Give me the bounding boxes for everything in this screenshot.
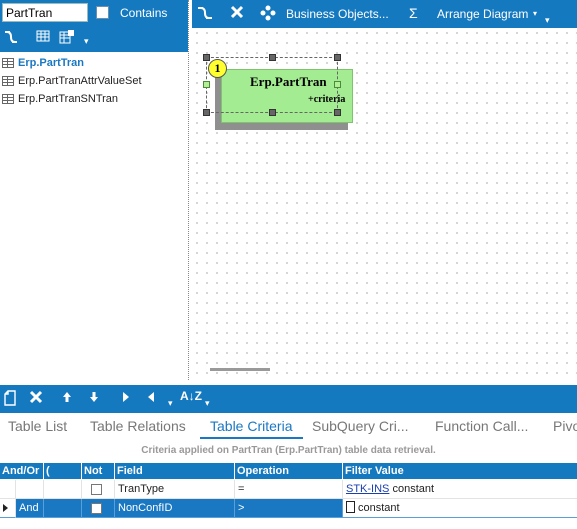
operation-cell[interactable]: = bbox=[235, 480, 343, 499]
not-checkbox[interactable] bbox=[91, 484, 102, 495]
entity-erp-parttran[interactable]: Erp.PartTran +criteria 1 bbox=[203, 54, 353, 130]
chevron-down-icon[interactable]: ▾ bbox=[84, 36, 89, 47]
arrange-diagram-button[interactable]: Arrange Diagram bbox=[437, 6, 528, 22]
filter-value-cell[interactable]: constant bbox=[343, 499, 577, 518]
tab-subquery-criteria[interactable]: SubQuery Cri... bbox=[312, 418, 408, 434]
business-objects-button[interactable]: Business Objects... bbox=[286, 6, 389, 22]
chevron-down-icon[interactable]: ▾ bbox=[205, 395, 210, 411]
and-or-cell[interactable] bbox=[16, 480, 44, 499]
active-tab-indicator bbox=[200, 437, 303, 439]
resize-handle[interactable] bbox=[334, 54, 341, 61]
entity-title: Erp.PartTran bbox=[250, 74, 327, 89]
connector-handle[interactable] bbox=[203, 81, 210, 88]
not-cell[interactable] bbox=[82, 480, 115, 499]
resize-handle[interactable] bbox=[334, 109, 341, 116]
tab-table-relations[interactable]: Table Relations bbox=[90, 418, 186, 434]
move-up-icon[interactable] bbox=[62, 390, 72, 406]
chevron-down-icon[interactable]: ▾ bbox=[533, 6, 537, 22]
horizontal-scrollbar[interactable] bbox=[210, 368, 270, 371]
row-indicator-cell bbox=[0, 480, 16, 499]
delete-icon[interactable] bbox=[29, 390, 43, 407]
tab-table-criteria[interactable]: Table Criteria bbox=[210, 418, 292, 434]
field-cell[interactable]: NonConfID bbox=[115, 499, 235, 518]
column-header-field[interactable]: Field bbox=[115, 463, 235, 479]
table-browser-panel: Contains ▾ Erp.PartTran Erp.PartTranAttr… bbox=[0, 0, 188, 380]
criteria-tabs: Table List Table Relations Table Criteri… bbox=[0, 413, 577, 439]
paren-cell[interactable] bbox=[44, 499, 82, 518]
table-search-input[interactable] bbox=[2, 3, 88, 22]
resize-handle[interactable] bbox=[269, 109, 276, 116]
tab-pivot[interactable]: Pivo bbox=[553, 418, 577, 434]
sort-az-icon[interactable]: A↓Z bbox=[180, 388, 202, 404]
column-header-filter-value[interactable]: Filter Value bbox=[343, 463, 577, 479]
table-browser-toolbar: Contains ▾ bbox=[0, 0, 188, 52]
criteria-toolbar: ▾ A↓Z ▾ bbox=[0, 385, 577, 413]
chevron-down-icon[interactable]: ▾ bbox=[545, 12, 550, 28]
grid-header: And/Or ( Not Field Operation Filter Valu… bbox=[0, 463, 577, 479]
link-icon[interactable] bbox=[2, 30, 20, 46]
tree-item-erp-parttransntran[interactable]: Erp.PartTranSNTran bbox=[0, 90, 188, 108]
delete-icon[interactable] bbox=[230, 5, 244, 23]
table-options-icon[interactable] bbox=[58, 30, 76, 46]
query-diagram: Business Objects... Σ Arrange Diagram ▾ … bbox=[192, 0, 577, 380]
diagram-toolbar: Business Objects... Σ Arrange Diagram ▾ … bbox=[192, 0, 577, 28]
filter-type-label: constant bbox=[392, 483, 435, 495]
entity-number-badge: 1 bbox=[208, 59, 227, 78]
link-icon[interactable] bbox=[196, 5, 214, 25]
operation-cell[interactable]: > bbox=[235, 499, 343, 518]
field-cell[interactable]: TranType bbox=[115, 480, 235, 499]
tab-table-list[interactable]: Table List bbox=[8, 418, 67, 434]
filter-value-cell[interactable]: STK-INS constant bbox=[343, 480, 577, 499]
criteria-description: Criteria applied on PartTran (Erp.PartTr… bbox=[141, 445, 436, 456]
tree-item-label: Erp.PartTran bbox=[18, 57, 85, 69]
filter-value-link[interactable]: STK-INS bbox=[346, 483, 389, 495]
and-or-cell[interactable]: And bbox=[16, 499, 44, 518]
paren-cell[interactable] bbox=[44, 480, 82, 499]
chevron-down-icon[interactable]: ▾ bbox=[168, 395, 173, 411]
tab-function-call[interactable]: Function Call... bbox=[435, 418, 528, 434]
column-header-not[interactable]: Not bbox=[82, 463, 115, 479]
table-icon bbox=[2, 76, 14, 86]
resize-handle[interactable] bbox=[269, 54, 276, 61]
new-icon[interactable] bbox=[4, 390, 16, 409]
table-row[interactable]: TranType = STK-INS constant bbox=[0, 480, 577, 499]
sigma-icon[interactable]: Σ bbox=[409, 5, 418, 21]
not-checkbox[interactable] bbox=[91, 503, 102, 514]
filter-type-label: constant bbox=[358, 502, 400, 514]
table-icon bbox=[2, 58, 14, 68]
table-icon bbox=[2, 94, 14, 104]
column-header-operation[interactable]: Operation bbox=[235, 463, 343, 479]
table-row[interactable]: And NonConfID > constant bbox=[0, 499, 577, 518]
tree-item-erp-parttran[interactable]: Erp.PartTran bbox=[0, 54, 188, 72]
current-row-arrow-icon bbox=[3, 504, 8, 512]
tree-item-label: Erp.PartTranSNTran bbox=[18, 93, 119, 105]
row-indicator-cell bbox=[0, 499, 16, 518]
tree-item-label: Erp.PartTranAttrValueSet bbox=[18, 75, 142, 87]
value-picker-icon[interactable] bbox=[346, 501, 355, 514]
diagram-canvas[interactable]: Erp.PartTran +criteria 1 bbox=[192, 28, 577, 380]
move-down-icon[interactable] bbox=[89, 390, 99, 406]
table-tree: Erp.PartTran Erp.PartTranAttrValueSet Er… bbox=[0, 54, 188, 108]
grid-view-icon[interactable] bbox=[34, 30, 52, 46]
connector-handle[interactable] bbox=[334, 81, 341, 88]
tree-item-erp-parttranattrvalueset[interactable]: Erp.PartTranAttrValueSet bbox=[0, 72, 188, 90]
resize-handle[interactable] bbox=[203, 109, 210, 116]
column-header-and-or[interactable]: And/Or bbox=[0, 463, 44, 479]
resize-handle[interactable] bbox=[203, 54, 210, 61]
contains-checkbox[interactable] bbox=[96, 6, 109, 19]
contains-label: Contains bbox=[120, 6, 168, 20]
indent-icon[interactable] bbox=[122, 390, 130, 406]
business-objects-icon[interactable] bbox=[260, 5, 276, 25]
outdent-icon[interactable] bbox=[147, 390, 155, 406]
not-cell[interactable] bbox=[82, 499, 115, 518]
entity-criteria-label: +criteria bbox=[308, 94, 346, 105]
panel-splitter[interactable] bbox=[188, 0, 191, 380]
column-header-paren[interactable]: ( bbox=[44, 463, 82, 479]
